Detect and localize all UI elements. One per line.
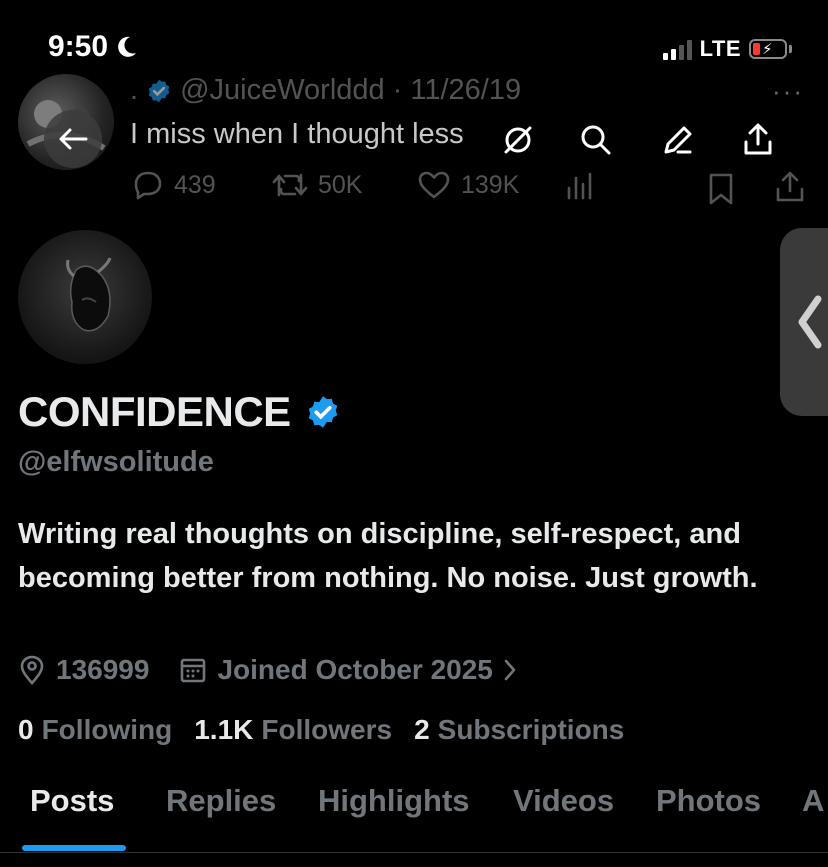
tweet-date[interactable]: 11/26/19 xyxy=(410,74,521,107)
tab-photos[interactable]: Photos xyxy=(656,783,761,819)
following-count[interactable]: 0 xyxy=(18,714,34,746)
analytics-icon xyxy=(567,172,592,200)
grok-icon[interactable] xyxy=(500,122,536,158)
profile-location: 136999 xyxy=(18,654,149,686)
tab-videos[interactable]: Videos xyxy=(513,783,614,819)
like-button[interactable]: 139K xyxy=(417,170,565,200)
profile-name: CONFIDENCE xyxy=(18,388,291,435)
views-button[interactable] xyxy=(565,170,715,200)
active-tab-indicator xyxy=(22,845,126,851)
verified-badge-icon xyxy=(148,79,170,102)
profile-name-row: CONFIDENCE xyxy=(18,388,341,436)
tweet-author-dot: . xyxy=(130,74,139,106)
profile-joined[interactable]: Joined October 2025 xyxy=(179,654,516,686)
heart-icon xyxy=(418,171,450,199)
clock-text: 9:50 xyxy=(48,30,109,63)
joined-text: Joined October 2025 xyxy=(217,654,493,685)
signal-icon xyxy=(662,38,692,60)
tab-replies[interactable]: Replies xyxy=(166,783,276,819)
subscriptions-label[interactable]: Subscriptions xyxy=(438,714,625,746)
profile-handle: @elfwsolitude xyxy=(18,446,214,478)
tweet-header: . @JuiceWorlddd · 11/26/19 xyxy=(130,74,521,107)
status-bar-indicators: LTE ⚡ xyxy=(662,36,792,62)
reply-icon xyxy=(134,171,162,200)
followers-label[interactable]: Followers xyxy=(261,714,392,746)
reply-button[interactable]: 439 xyxy=(132,170,272,200)
arrow-left-icon xyxy=(59,128,88,150)
following-label[interactable]: Following xyxy=(42,714,173,746)
bookmark-icon[interactable] xyxy=(706,172,736,211)
status-bar-time: 9:50 xyxy=(48,30,138,64)
profile-tabs: Posts Replies Highlights Videos Photos A xyxy=(0,783,828,853)
tab-highlights[interactable]: Highlights xyxy=(318,783,470,819)
share-icon[interactable] xyxy=(740,122,776,158)
calendar-icon xyxy=(181,658,206,683)
edit-icon[interactable] xyxy=(660,122,696,158)
network-label: LTE xyxy=(699,36,741,61)
followers-count[interactable]: 1.1K xyxy=(194,714,253,746)
chevron-right-icon xyxy=(504,659,516,681)
moon-icon xyxy=(118,36,137,57)
back-button[interactable] xyxy=(44,110,102,168)
side-panel-handle[interactable] xyxy=(780,228,828,416)
verified-badge-icon[interactable] xyxy=(305,394,341,430)
subscriptions-count[interactable]: 2 xyxy=(414,714,430,746)
location-text: 136999 xyxy=(56,654,150,685)
battery-charging-icon: ⚡ xyxy=(749,39,787,59)
retweet-icon xyxy=(272,173,308,197)
profile-bio: Writing real thoughts on discipline, sel… xyxy=(18,518,758,594)
tweet-share-icon[interactable] xyxy=(774,170,806,209)
more-options-icon[interactable]: ··· xyxy=(772,76,804,107)
follow-stats: 0 Following 1.1K Followers 2 Subscriptio… xyxy=(18,714,638,746)
profile-avatar[interactable] xyxy=(18,230,152,364)
tabs-divider xyxy=(0,852,828,853)
reply-count: 439 xyxy=(174,170,216,199)
chevron-left-icon xyxy=(798,295,822,349)
retweet-button[interactable]: 50K xyxy=(272,171,417,200)
profile-meta: 136999 Joined October 2025 xyxy=(18,654,537,686)
tweet-engagement-bar: 439 50K 139K xyxy=(132,170,715,200)
retweet-count: 50K xyxy=(318,170,363,199)
search-icon[interactable] xyxy=(578,122,614,158)
tab-posts[interactable]: Posts xyxy=(30,783,114,819)
tweet-text: I miss when I thought less xyxy=(130,118,464,150)
tweet-author-handle[interactable]: @JuiceWorlddd xyxy=(180,74,385,107)
tweet-separator: · xyxy=(392,74,403,106)
like-count: 139K xyxy=(461,170,520,199)
location-pin-icon xyxy=(20,655,44,685)
tab-articles[interactable]: A xyxy=(802,783,824,819)
